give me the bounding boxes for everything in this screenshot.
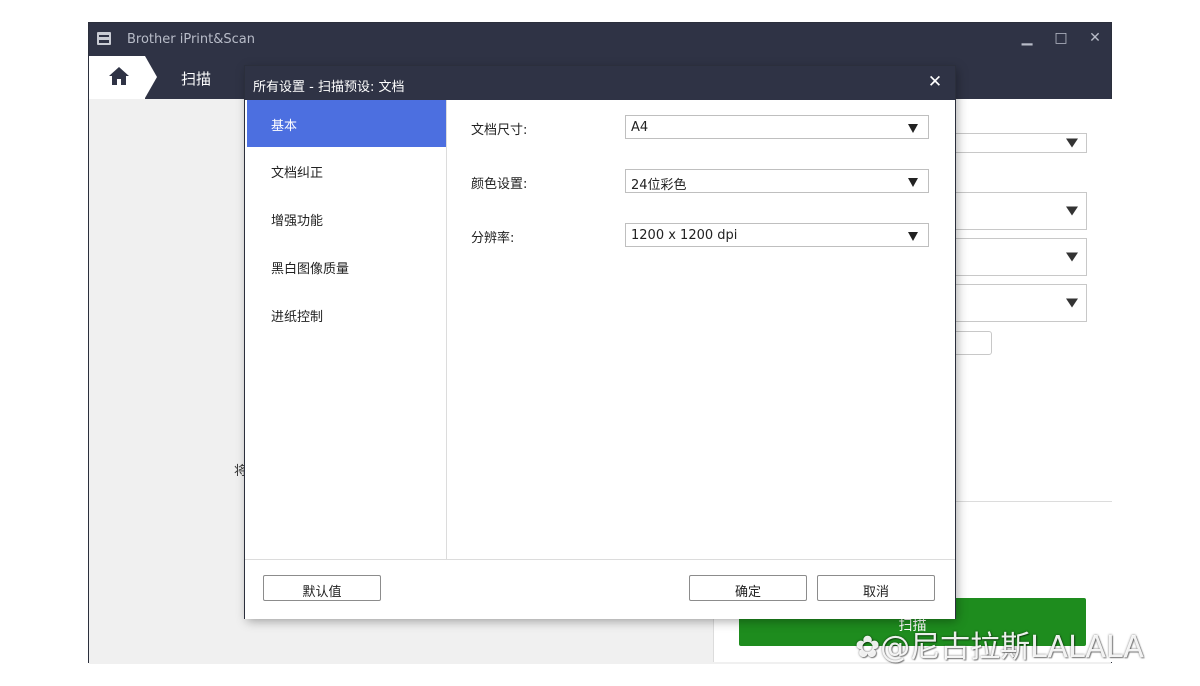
close-icon[interactable]: ✕: [1087, 30, 1103, 46]
close-icon[interactable]: ✕: [925, 72, 945, 92]
cancel-button[interactable]: 取消: [817, 575, 935, 601]
nav-tab-scan[interactable]: 扫描: [181, 68, 211, 89]
settings-sidebar: 基本 文档纠正 增强功能 黑白图像质量 进纸控制: [247, 100, 447, 559]
default-values-button[interactable]: 默认值: [263, 575, 381, 601]
document-size-label: 文档尺寸:: [471, 123, 528, 138]
color-setting-select[interactable]: 24位彩色: [625, 169, 929, 193]
sidebar-item-label: 基本: [271, 119, 298, 134]
breadcrumb-arrow: [145, 56, 157, 98]
settings-dialog: 所有设置 - 扫描预设: 文档 ✕ 基本 文档纠正 增强功能 黑白图像质量 进纸…: [245, 66, 955, 619]
chevron-down-icon: [908, 124, 918, 133]
chevron-down-icon: [1066, 298, 1078, 308]
ok-button[interactable]: 确定: [689, 575, 807, 601]
chevron-down-icon: [908, 178, 918, 187]
sidebar-item-label: 黑白图像质量: [271, 262, 350, 277]
ok-button-label: 确定: [734, 585, 761, 600]
color-setting-label: 颜色设置:: [471, 177, 528, 192]
resolution-value: 1200 x 1200 dpi: [631, 228, 738, 243]
document-size-select[interactable]: A4: [625, 115, 929, 139]
chevron-down-icon: [1066, 138, 1078, 148]
sidebar-item-basic[interactable]: 基本: [247, 100, 446, 147]
minimize-icon[interactable]: ▁: [1019, 30, 1035, 46]
dialog-title: 所有设置 - 扫描预设: 文档: [253, 80, 405, 95]
app-printer-icon: [97, 32, 111, 45]
sidebar-item-document-correction[interactable]: 文档纠正: [247, 147, 446, 194]
maximize-icon[interactable]: □: [1053, 30, 1069, 46]
title-bar: Brother iPrint&Scan ▁ □ ✕: [89, 23, 1111, 56]
paw-icon: ✿: [855, 630, 881, 665]
chevron-down-icon: [1066, 252, 1078, 262]
home-button[interactable]: [89, 56, 145, 99]
home-icon: [109, 67, 129, 85]
cancel-button-label: 取消: [862, 585, 889, 600]
document-size-value: A4: [631, 120, 649, 135]
dialog-title-bar: 所有设置 - 扫描预设: 文档 ✕: [245, 66, 955, 100]
background-select-1[interactable]: [944, 133, 1087, 153]
chevron-down-icon: [1066, 206, 1078, 216]
sidebar-item-label: 进纸控制: [271, 310, 324, 325]
sidebar-item-label: 文档纠正: [271, 166, 324, 181]
settings-main: 文档尺寸: A4 颜色设置: 24位彩色 分辨率: 1200 x 1200 dp…: [447, 100, 953, 559]
background-select-3[interactable]: [944, 238, 1087, 276]
watermark: ✿@尼古拉斯LALALA: [855, 622, 1144, 666]
background-select-4[interactable]: [944, 284, 1087, 322]
resolution-label: 分辨率:: [471, 231, 515, 246]
resolution-select[interactable]: 1200 x 1200 dpi: [625, 223, 929, 247]
background-select-2[interactable]: [944, 192, 1087, 230]
sidebar-item-label: 增强功能: [271, 214, 324, 229]
default-button-label: 默认值: [302, 585, 342, 600]
watermark-text: @尼古拉斯LALALA: [880, 630, 1144, 665]
sidebar-item-bw-quality[interactable]: 黑白图像质量: [247, 243, 446, 290]
chevron-down-icon: [908, 232, 918, 241]
sidebar-item-enhancement[interactable]: 增强功能: [247, 195, 446, 242]
dialog-footer: 默认值 确定 取消: [245, 559, 955, 619]
app-title: Brother iPrint&Scan: [127, 32, 256, 47]
color-setting-value: 24位彩色: [631, 178, 687, 193]
sidebar-item-feed-control[interactable]: 进纸控制: [247, 291, 446, 338]
